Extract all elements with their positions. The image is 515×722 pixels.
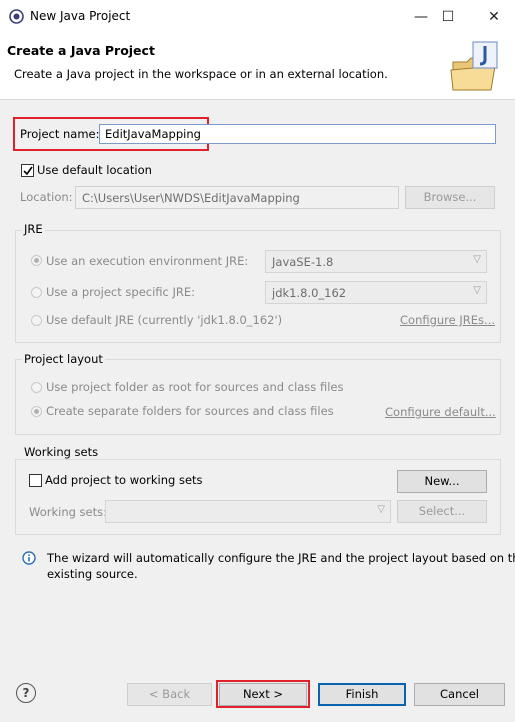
default-jre-radio[interactable] bbox=[31, 315, 42, 326]
project-layout-group bbox=[15, 359, 501, 435]
project-specific-jre-label: Use a project specific JRE: bbox=[46, 285, 196, 299]
info-text-line2: existing source. bbox=[47, 567, 138, 581]
wizard-title: Create a Java Project bbox=[7, 43, 155, 58]
window-title: New Java Project bbox=[30, 9, 131, 23]
execution-env-combo[interactable]: JavaSE-1.8 ▽ bbox=[265, 250, 487, 273]
next-button[interactable]: Next > bbox=[219, 683, 307, 706]
minimize-button[interactable]: — bbox=[406, 4, 436, 30]
default-jre-label: Use default JRE (currently 'jdk1.8.0_162… bbox=[46, 313, 283, 327]
back-button: < Back bbox=[127, 683, 212, 706]
execution-env-value: JavaSE-1.8 bbox=[272, 255, 334, 269]
cancel-button[interactable]: Cancel bbox=[414, 683, 505, 706]
eclipse-app-icon bbox=[9, 9, 24, 24]
wizard-subtitle: Create a Java project in the workspace o… bbox=[14, 67, 388, 81]
jre-group-title: JRE bbox=[22, 222, 45, 236]
maximize-button[interactable]: ☐ bbox=[433, 4, 463, 30]
use-default-location-label: Use default location bbox=[37, 163, 152, 177]
separate-folders-radio[interactable] bbox=[31, 406, 42, 417]
finish-button[interactable]: Finish bbox=[318, 683, 406, 706]
separate-folders-label: Create separate folders for sources and … bbox=[46, 404, 334, 418]
project-root-label: Use project folder as root for sources a… bbox=[46, 380, 344, 394]
project-root-radio[interactable] bbox=[31, 382, 42, 393]
chevron-down-icon: ▽ bbox=[377, 504, 385, 515]
location-input: C:\Users\User\NWDS\EditJavaMapping bbox=[75, 186, 399, 209]
browse-button: Browse... bbox=[405, 186, 495, 209]
working-sets-combo: ▽ bbox=[105, 500, 391, 523]
execution-env-label: Use an execution environment JRE: bbox=[46, 254, 249, 268]
working-sets-label: Working sets: bbox=[29, 505, 108, 519]
help-icon[interactable]: ? bbox=[16, 683, 36, 703]
project-name-label: Project name: bbox=[20, 127, 100, 141]
project-specific-jre-combo[interactable]: jdk1.8.0_162 ▽ bbox=[265, 281, 487, 304]
close-button[interactable]: ✕ bbox=[479, 4, 509, 30]
configure-jres-link[interactable]: Configure JREs... bbox=[400, 313, 495, 327]
add-working-sets-label: Add project to working sets bbox=[45, 473, 203, 487]
chevron-down-icon: ▽ bbox=[473, 254, 481, 265]
location-label: Location: bbox=[20, 190, 73, 204]
working-sets-group-title: Working sets bbox=[22, 445, 101, 459]
new-working-set-button[interactable]: New... bbox=[397, 470, 487, 493]
project-specific-jre-value: jdk1.8.0_162 bbox=[272, 286, 347, 300]
java-folder-icon bbox=[450, 41, 498, 91]
info-text-line1: The wizard will automatically configure … bbox=[47, 551, 515, 565]
checkmark-icon bbox=[23, 166, 33, 176]
info-icon bbox=[22, 551, 36, 565]
project-layout-group-title: Project layout bbox=[22, 352, 105, 366]
select-working-sets-button: Select... bbox=[397, 500, 487, 523]
title-bar: New Java Project — ☐ ✕ bbox=[0, 0, 515, 33]
execution-env-radio[interactable] bbox=[31, 255, 42, 266]
project-specific-jre-radio[interactable] bbox=[31, 287, 42, 298]
project-name-input[interactable]: EditJavaMapping bbox=[99, 124, 496, 144]
use-default-location-checkbox[interactable] bbox=[21, 164, 34, 177]
add-working-sets-checkbox[interactable] bbox=[29, 474, 42, 487]
wizard-header: Create a Java Project Create a Java proj… bbox=[0, 33, 515, 100]
chevron-down-icon: ▽ bbox=[473, 285, 481, 296]
configure-default-link[interactable]: Configure default... bbox=[385, 405, 496, 419]
